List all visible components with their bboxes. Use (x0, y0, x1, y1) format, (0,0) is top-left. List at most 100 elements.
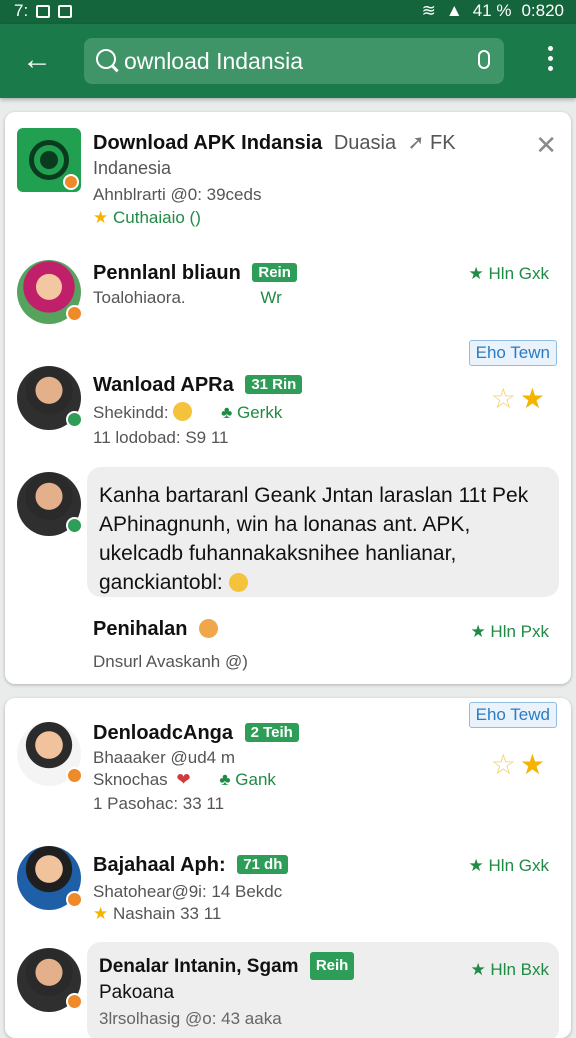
entry-meta[interactable]: ★ Hln Pxk (470, 622, 549, 642)
entry-title[interactable]: Bajahaal Aph: 71 dh (93, 854, 289, 877)
entry-subtitle: Bhaaaker @ud4 m (93, 748, 236, 767)
star-icon: ★ (93, 208, 109, 227)
close-icon[interactable]: ✕ (535, 130, 557, 161)
app-toolbar: ← ownload Indansia (0, 24, 576, 98)
entry-meta-text: Hln Gxk (488, 264, 549, 283)
comment-line: 3lrsolhasig @o: 43 aaka (99, 1009, 282, 1028)
mic-icon[interactable] (478, 50, 490, 69)
avatar[interactable] (17, 846, 83, 910)
entry-meta-text: Hln Bxk (490, 960, 549, 979)
entry-title[interactable]: Pennlanl bliaun Rein (93, 262, 297, 285)
notification-icon (36, 4, 51, 18)
entry-meta[interactable]: ★ Hln Gxk (469, 264, 549, 284)
entry-meta[interactable]: ★ Hln Bxk (470, 960, 549, 980)
entry-subtitle-extra: Wr (260, 288, 282, 307)
avatar[interactable] (17, 948, 83, 1012)
entry-subtitle: Toalohiaora. Wr (93, 288, 282, 308)
entry-detail: Sknochas ❤ ♣ Gank (93, 770, 276, 790)
comment-line: APhinagnunh, win ha lonanas ant. APK, (99, 513, 471, 536)
comment-line: Kanha bartaranl Geank Jntan laraslan 11t… (99, 484, 529, 507)
wifi-icon: ≋ (421, 1, 436, 20)
emoji-icon (173, 402, 193, 421)
star-icon: ★ (468, 856, 484, 875)
star-icon: ★ (519, 383, 549, 414)
comment-line: ukelcadb fuhannakaksnihee hanlianar, (99, 542, 457, 565)
tag-chip[interactable]: Eho Tewn (468, 340, 557, 366)
app-icon[interactable] (17, 128, 81, 192)
entry-subtitle-text: Toalohiaora. (93, 288, 186, 307)
mail-icon (58, 4, 73, 18)
comment-title-text: Denalar Intanin, Sgam (99, 956, 299, 977)
entry-detail-text: Sknochas (93, 770, 168, 789)
overflow-menu-icon[interactable] (546, 46, 554, 76)
app-rating-text: Cuthaiaio () (112, 208, 201, 227)
app-rating: ★ Cuthaiaio () (93, 208, 201, 228)
entry-title[interactable]: Penihalan (93, 618, 219, 641)
avatar[interactable] (17, 366, 83, 430)
entry-detail-tag: Gank (235, 770, 276, 789)
app-title-suffix: Duasia (333, 132, 397, 154)
entry-title[interactable]: DenloadcAnga 2 Teih (93, 722, 299, 745)
star-icon: ★ (519, 749, 549, 780)
rating-stars[interactable]: ☆★ (491, 748, 549, 781)
back-arrow-icon[interactable]: ← (18, 42, 56, 80)
result-card: Eho Tewd DenloadcAnga 2 Teih Bhaaaker @u… (5, 698, 571, 1038)
search-input[interactable]: ownload Indansia (124, 48, 303, 75)
clock: 0:820 (521, 1, 564, 20)
entry-detail: ★ Nashain 33 11 (93, 904, 221, 924)
emoji-icon (199, 619, 219, 638)
entry-title[interactable]: Wanload APRa 31 Rin (93, 374, 303, 397)
star-icon: ★ (470, 960, 486, 979)
entry-subtitle: Dnsurl Avaskanh @) (93, 652, 248, 671)
entry-tag: Reih (309, 952, 355, 980)
app-title[interactable]: Download APK Indansia Duasia ➚ FK (93, 130, 456, 155)
star-outline-icon: ☆ (490, 383, 520, 414)
avatar[interactable] (17, 472, 83, 536)
entry-subtitle-text: Shekindd: (93, 403, 169, 422)
search-bar[interactable]: ownload Indansia (84, 38, 504, 84)
entry-title-text: Bajahaal Aph: (93, 854, 226, 876)
star-icon: ★ (470, 622, 486, 641)
app-region: Indanesia (93, 158, 172, 178)
avatar[interactable] (17, 722, 83, 786)
badge-icon (63, 174, 79, 190)
battery-percent: 41 % (472, 1, 512, 20)
signal-icon: ▲ (445, 1, 463, 20)
entry-detail-text: Nashain 33 11 (112, 904, 222, 923)
heart-icon: ❤ (176, 770, 191, 789)
leaf-icon: ♣ (219, 770, 231, 789)
entry-subtitle: Shekindd: ♣ Gerkk (93, 402, 282, 423)
entry-stats: 1 Pasohac: 33 11 (93, 794, 225, 813)
app-title-text: Download APK Indansia (93, 132, 323, 154)
entry-title-text: DenloadcAnga (93, 722, 234, 744)
emoji-icon (228, 573, 248, 592)
comment-line-text: ganckiantobl: (99, 571, 223, 594)
star-outline-icon: ☆ (490, 749, 520, 780)
entry-meta-text: Hln Gxk (488, 856, 549, 875)
entry-detail: 11 lodobad: S9 11 (93, 428, 229, 447)
entry-title-text: Penihalan (93, 618, 188, 640)
entry-title-text: Wanload APRa (93, 374, 234, 396)
comment-bubble[interactable]: Kanha bartaranl Geank Jntan laraslan 11t… (87, 467, 559, 597)
result-card: Download APK Indansia Duasia ➚ FK ✕ Inda… (5, 112, 571, 684)
entry-tag: 71 dh (237, 855, 289, 874)
entry-meta-text: Hln Pxk (490, 622, 549, 641)
star-icon: ★ (93, 904, 109, 923)
app-title-extra: FK (430, 132, 456, 154)
rating-stars[interactable]: ☆★ (491, 382, 549, 415)
comment-line: Pakoana (99, 982, 175, 1003)
leaf-icon: ♣ (221, 403, 233, 422)
entry-meta[interactable]: ★ Hln Gxk (469, 856, 549, 876)
entry-subtitle-tag: Gerkk (236, 403, 283, 422)
entry-tag: 2 Teih (244, 723, 299, 742)
app-stats: Ahnblrarti @0: 39ceds (93, 185, 262, 204)
avatar[interactable] (17, 260, 83, 324)
comment-line: ganckiantobl: (99, 568, 547, 597)
entry-title-text: Pennlanl bliaun (93, 262, 241, 284)
search-icon (96, 49, 116, 69)
tag-chip[interactable]: Eho Tewd (468, 702, 557, 728)
star-icon: ★ (468, 264, 484, 283)
entry-subtitle: Shatohear@9i: 14 Bekdc (93, 882, 283, 901)
status-bar: 7: ≋ ▲ 41 % 0:820 (0, 0, 576, 24)
entry-tag: 31 Rin (245, 375, 303, 394)
